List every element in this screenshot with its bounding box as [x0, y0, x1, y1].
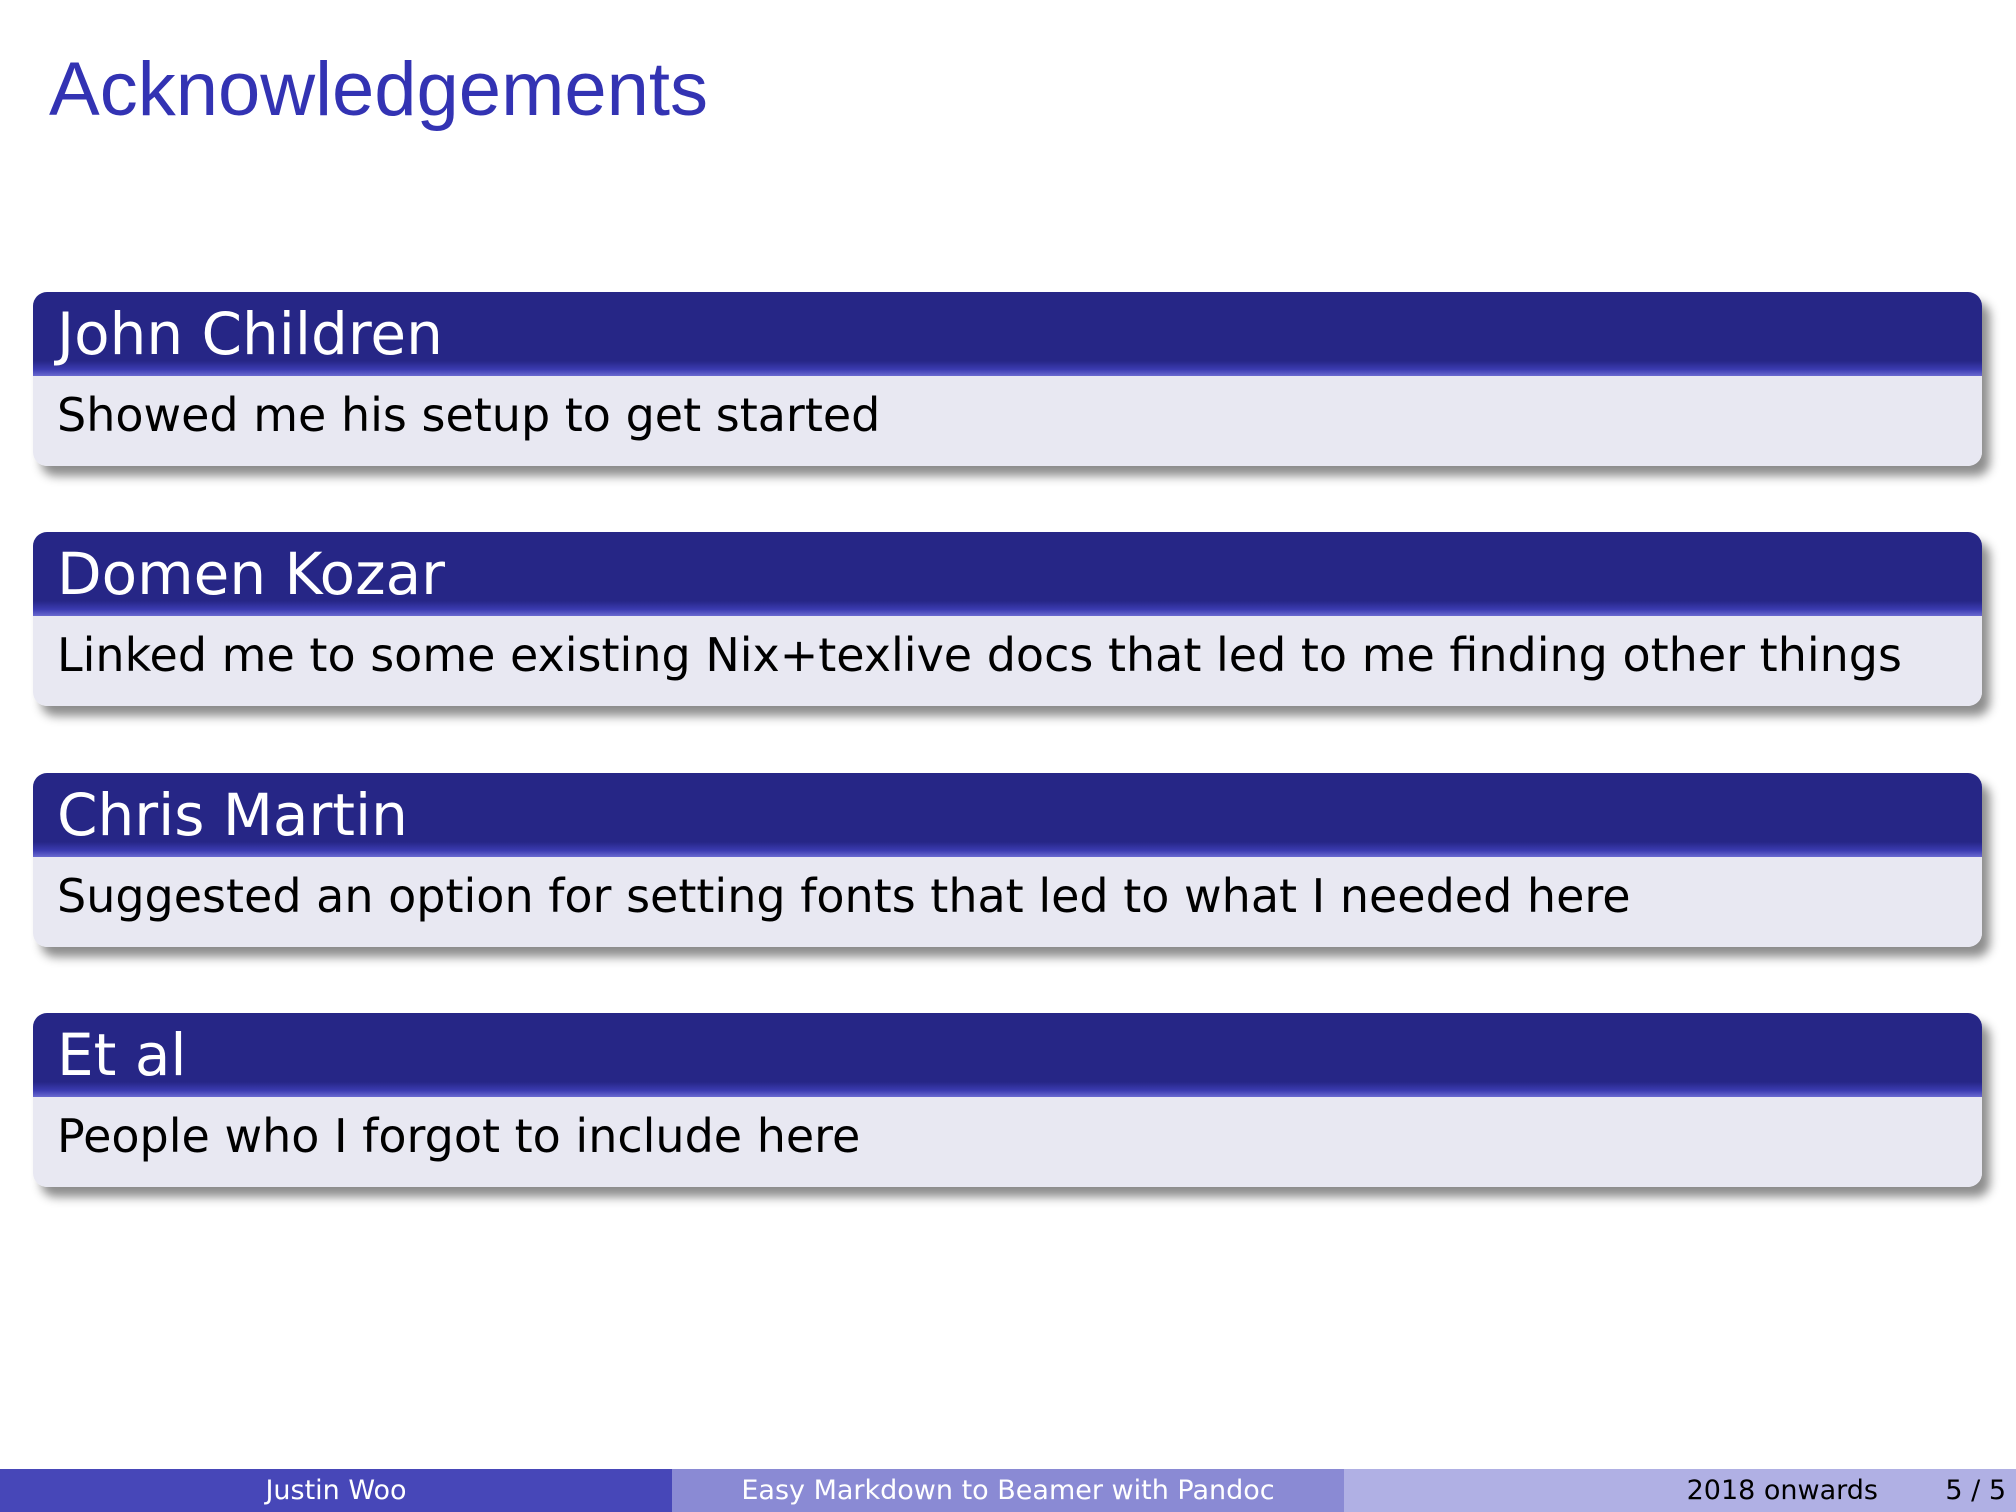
- footer-date: 2018 onwards: [1686, 1475, 1878, 1506]
- page-number: 5 / 5: [1945, 1475, 2006, 1506]
- block-body: People who I forgot to include here: [33, 1097, 1982, 1187]
- block-title: Domen Kozar: [57, 540, 445, 608]
- block-text: People who I forgot to include here: [57, 1109, 861, 1163]
- block-body: Linked me to some existing Nix+texlive d…: [33, 616, 1982, 706]
- block-domen-kozar: Domen Kozar Linked me to some existing N…: [33, 532, 1982, 706]
- block-title-bar: Chris Martin: [33, 773, 1982, 857]
- block-title: Chris Martin: [57, 781, 408, 849]
- block-title-bar: Et al: [33, 1013, 1982, 1097]
- block-title-bar: John Children: [33, 292, 1982, 376]
- block-body: Suggested an option for setting fonts th…: [33, 857, 1982, 947]
- footline: Justin Woo Easy Markdown to Beamer with …: [0, 1469, 2016, 1512]
- footer-author: Justin Woo: [0, 1469, 672, 1512]
- block-text: Showed me his setup to get started: [57, 388, 881, 442]
- block-chris-martin: Chris Martin Suggested an option for set…: [33, 773, 1982, 947]
- footer-title: Easy Markdown to Beamer with Pandoc: [672, 1469, 1344, 1512]
- block-text: Suggested an option for setting fonts th…: [57, 869, 1631, 923]
- footer-date-section: 2018 onwards 5 / 5: [1344, 1469, 2016, 1512]
- block-john-children: John Children Showed me his setup to get…: [33, 292, 1982, 466]
- block-title-bar: Domen Kozar: [33, 532, 1982, 616]
- block-text: Linked me to some existing Nix+texlive d…: [57, 628, 1902, 682]
- block-body: Showed me his setup to get started: [33, 376, 1982, 466]
- block-title: Et al: [57, 1021, 187, 1089]
- block-title: John Children: [57, 300, 443, 368]
- slide-title: Acknowledgements: [49, 47, 709, 132]
- block-et-al: Et al People who I forgot to include her…: [33, 1013, 1982, 1187]
